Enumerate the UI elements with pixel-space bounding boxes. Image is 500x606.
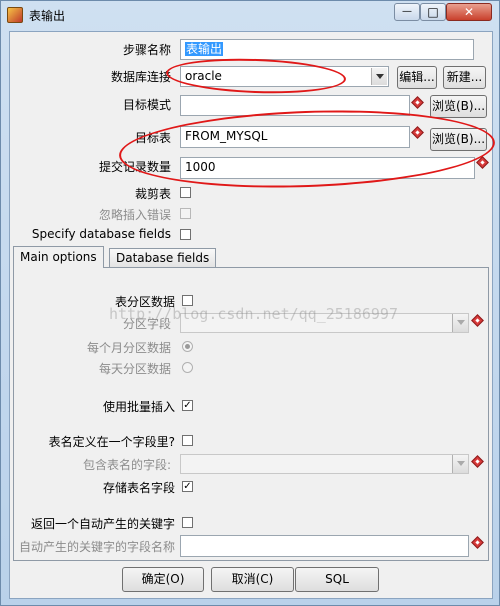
tab-database-fields[interactable]: Database fields bbox=[109, 248, 217, 267]
watermark-text: http://blog.csdn.net/qq_25186997 bbox=[109, 305, 398, 323]
return-key-label: 返回一个自动产生的关键字 bbox=[30, 517, 175, 531]
store-tablename-checkbox[interactable]: ✓ bbox=[182, 481, 193, 492]
close-button[interactable]: ✕ bbox=[446, 3, 492, 21]
new-connection-button[interactable]: 新建... bbox=[443, 66, 486, 89]
close-icon: ✕ bbox=[463, 5, 475, 19]
window-title: 表输出 bbox=[29, 9, 66, 23]
daily-partition-radio[interactable] bbox=[182, 362, 193, 373]
edit-connection-button[interactable]: 编辑... bbox=[397, 66, 437, 89]
key-field-name-label: 自动产生的关键字的字段名称 bbox=[18, 540, 175, 554]
key-field-name-input[interactable] bbox=[180, 535, 469, 557]
browse-schema-button[interactable]: 浏览(B)... bbox=[430, 95, 487, 118]
tablename-field-label: 包含表名的字段: bbox=[82, 458, 171, 472]
ignore-errors-label: 忽略插入错误 bbox=[98, 208, 171, 222]
sql-button[interactable]: SQL bbox=[295, 567, 379, 592]
step-name-input[interactable]: 表输出 bbox=[180, 39, 474, 60]
specify-fields-label: Specify database fields bbox=[31, 227, 171, 241]
ok-button[interactable]: 确定(O) bbox=[122, 567, 204, 592]
store-tablename-label: 存储表名字段 bbox=[102, 481, 175, 495]
tablename-field-select[interactable] bbox=[180, 454, 469, 474]
radio-selected-dot bbox=[185, 344, 190, 349]
monthly-partition-label: 每个月分区数据 bbox=[86, 341, 171, 355]
minimize-button[interactable]: — bbox=[394, 3, 420, 21]
maximize-button[interactable]: □ bbox=[420, 3, 446, 21]
dropdown-arrow-icon bbox=[452, 455, 468, 473]
step-name-label: 步骤名称 bbox=[122, 43, 171, 57]
dropdown-arrow-icon bbox=[452, 314, 468, 332]
daily-partition-label: 每天分区数据 bbox=[98, 362, 171, 376]
tablename-in-field-label: 表名定义在一个字段里? bbox=[48, 435, 175, 449]
truncate-checkbox[interactable] bbox=[180, 187, 191, 198]
batch-insert-label: 使用批量插入 bbox=[102, 400, 175, 414]
return-key-checkbox[interactable] bbox=[182, 517, 193, 528]
maximize-icon: □ bbox=[427, 5, 439, 19]
schema-label: 目标模式 bbox=[122, 98, 171, 112]
monthly-partition-radio[interactable] bbox=[182, 341, 193, 352]
app-icon bbox=[7, 7, 23, 23]
title-bar: 表输出 — □ ✕ bbox=[1, 1, 500, 29]
ignore-errors-checkbox[interactable] bbox=[180, 208, 191, 219]
specify-fields-checkbox[interactable] bbox=[180, 229, 191, 240]
connection-label: 数据库连接 bbox=[110, 70, 171, 84]
cancel-button[interactable]: 取消(C) bbox=[211, 567, 294, 592]
minimize-icon: — bbox=[402, 6, 412, 17]
batch-insert-checkbox[interactable]: ✓ bbox=[182, 400, 193, 411]
tab-main-options[interactable]: Main options bbox=[13, 246, 104, 268]
tablename-in-field-checkbox[interactable] bbox=[182, 435, 193, 446]
truncate-label: 裁剪表 bbox=[134, 187, 171, 201]
dropdown-arrow-icon bbox=[371, 68, 387, 85]
step-name-value: 表输出 bbox=[185, 42, 224, 56]
table-output-dialog: 表输出 — □ ✕ 步骤名称 表输出 数据库连接 oracle 编辑... 新建… bbox=[0, 0, 500, 606]
